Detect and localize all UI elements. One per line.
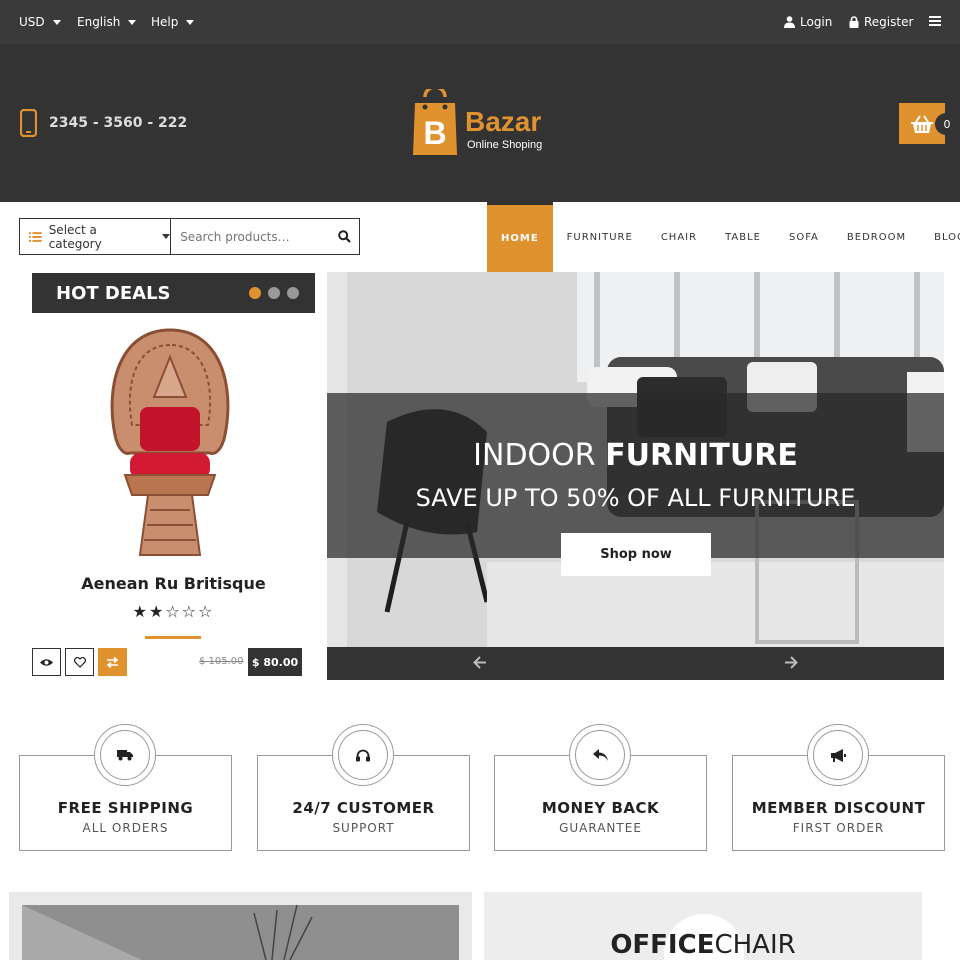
nav-blog[interactable]: BLOG (920, 202, 960, 272)
feature-subtitle: GUARANTEE (559, 821, 642, 835)
eye-icon (40, 658, 53, 666)
hamburger-menu-icon (929, 16, 941, 26)
chevron-down-icon (186, 19, 195, 25)
nav-sofa[interactable]: SOFA (775, 202, 833, 272)
currency-dropdown[interactable]: USD (19, 15, 61, 29)
list-icon (29, 231, 42, 242)
hero-title: INDOOR FURNITURE (327, 438, 944, 473)
banner-title-light: CHAIR (714, 930, 796, 960)
hero-slider: INDOOR FURNITURE SAVE UP TO 50% OF ALL F… (327, 272, 944, 680)
slider-controls (327, 647, 944, 680)
exchange-icon (106, 656, 119, 668)
feature-title: FREE SHIPPING (57, 799, 194, 817)
hot-deals-header: HOT DEALS (32, 273, 315, 313)
logo-letter: B (423, 115, 446, 151)
language-label: English (77, 15, 121, 29)
main-nav: HOME FURNITURE CHAIR TABLE SOFA BEDROOM … (487, 202, 960, 272)
plant-banner[interactable] (9, 892, 472, 960)
carousel-dot[interactable] (268, 287, 280, 299)
old-price: $ 105.00 (199, 656, 244, 667)
category-label: Select a category (48, 222, 102, 251)
login-label: Login (800, 15, 833, 29)
register-label: Register (864, 15, 914, 29)
category-select[interactable]: Select a category (20, 219, 172, 254)
reply-arrow-icon (592, 749, 608, 761)
peacock-chair-image[interactable] (90, 325, 250, 563)
feature-title: MONEY BACK (541, 799, 660, 817)
nav-bedroom[interactable]: BEDROOM (833, 202, 920, 272)
register-link[interactable]: Register (849, 15, 913, 29)
login-link[interactable]: Login (784, 15, 832, 29)
chevron-down-icon (128, 19, 137, 25)
logo-name: Bazar (465, 106, 541, 137)
carousel-dot[interactable] (287, 287, 299, 299)
help-label: Help (151, 15, 179, 29)
carousel-dot[interactable] (249, 287, 261, 299)
search-input[interactable] (171, 219, 331, 254)
search-icon (338, 230, 351, 243)
menu-button[interactable] (929, 16, 941, 26)
divider (145, 636, 201, 639)
feature-subtitle: ALL ORDERS (82, 821, 169, 835)
truck-icon (117, 750, 133, 761)
heart-icon (73, 656, 86, 668)
bazar-logo[interactable]: B Bazar Online Shoping (413, 89, 563, 159)
chevron-down-icon (162, 234, 171, 239)
feature-icon-circle (807, 724, 869, 786)
search-bar: Select a category (19, 218, 360, 255)
star-rating: ★★☆☆☆ (132, 602, 215, 621)
feature-title: 24/7 CUSTOMER (292, 799, 435, 817)
logo-tagline: Online Shoping (467, 139, 542, 151)
carousel-dots (249, 287, 299, 299)
headphones-icon (356, 749, 370, 761)
mobile-phone-icon (20, 109, 37, 137)
nav-furniture[interactable]: FURNITURE (553, 202, 647, 272)
feature-icon-circle (569, 724, 631, 786)
sale-price: $ 80.00 (248, 648, 302, 676)
quick-view-button[interactable] (32, 648, 61, 676)
feature-icon-circle (332, 724, 394, 786)
feature-icon-circle (94, 724, 156, 786)
megaphone-icon (830, 748, 846, 762)
nav-table[interactable]: TABLE (711, 202, 775, 272)
feature-title: MEMBER DISCOUNT (751, 799, 926, 817)
search-button[interactable] (330, 219, 359, 254)
arrow-left-icon[interactable] (473, 656, 487, 669)
header: 2345 - 3560 - 222 B Bazar Online Shoping… (0, 44, 960, 202)
nav-home[interactable]: HOME (487, 202, 553, 272)
hero-title-light: INDOOR (473, 438, 596, 473)
phone-number: 2345 - 3560 - 222 (49, 115, 188, 131)
hot-deals-title: HOT DEALS (56, 282, 171, 304)
compare-button[interactable] (98, 648, 127, 676)
user-icon (784, 16, 795, 28)
help-dropdown[interactable]: Help (151, 15, 195, 29)
product-name[interactable]: Aenean Ru Britisque (32, 574, 315, 593)
hero-title-bold: FURNITURE (605, 438, 798, 473)
office-chair-banner[interactable]: OFFICECHAIR (484, 892, 922, 960)
office-chair-title: OFFICECHAIR (484, 930, 922, 960)
feature-subtitle: FIRST ORDER (792, 821, 885, 835)
top-bar: USD English Help Login Register (0, 0, 960, 44)
banner-title-bold: OFFICE (610, 930, 715, 960)
cart-count-badge: 0 (935, 113, 959, 135)
currency-label: USD (19, 15, 45, 29)
chevron-down-icon (52, 19, 61, 25)
banner-image (22, 904, 459, 960)
lock-icon (849, 16, 859, 28)
phone-contact: 2345 - 3560 - 222 (20, 109, 187, 137)
language-dropdown[interactable]: English (77, 15, 137, 29)
hero-subtitle: SAVE UP TO 50% OF ALL FURNITURE (415, 484, 856, 512)
plant-image (22, 904, 459, 960)
shop-now-button[interactable]: Shop now (561, 533, 711, 576)
nav-chair[interactable]: CHAIR (647, 202, 711, 272)
arrow-right-icon[interactable] (784, 656, 798, 669)
feature-subtitle: SUPPORT (332, 821, 395, 835)
basket-icon (911, 114, 933, 133)
wishlist-button[interactable] (65, 648, 94, 676)
